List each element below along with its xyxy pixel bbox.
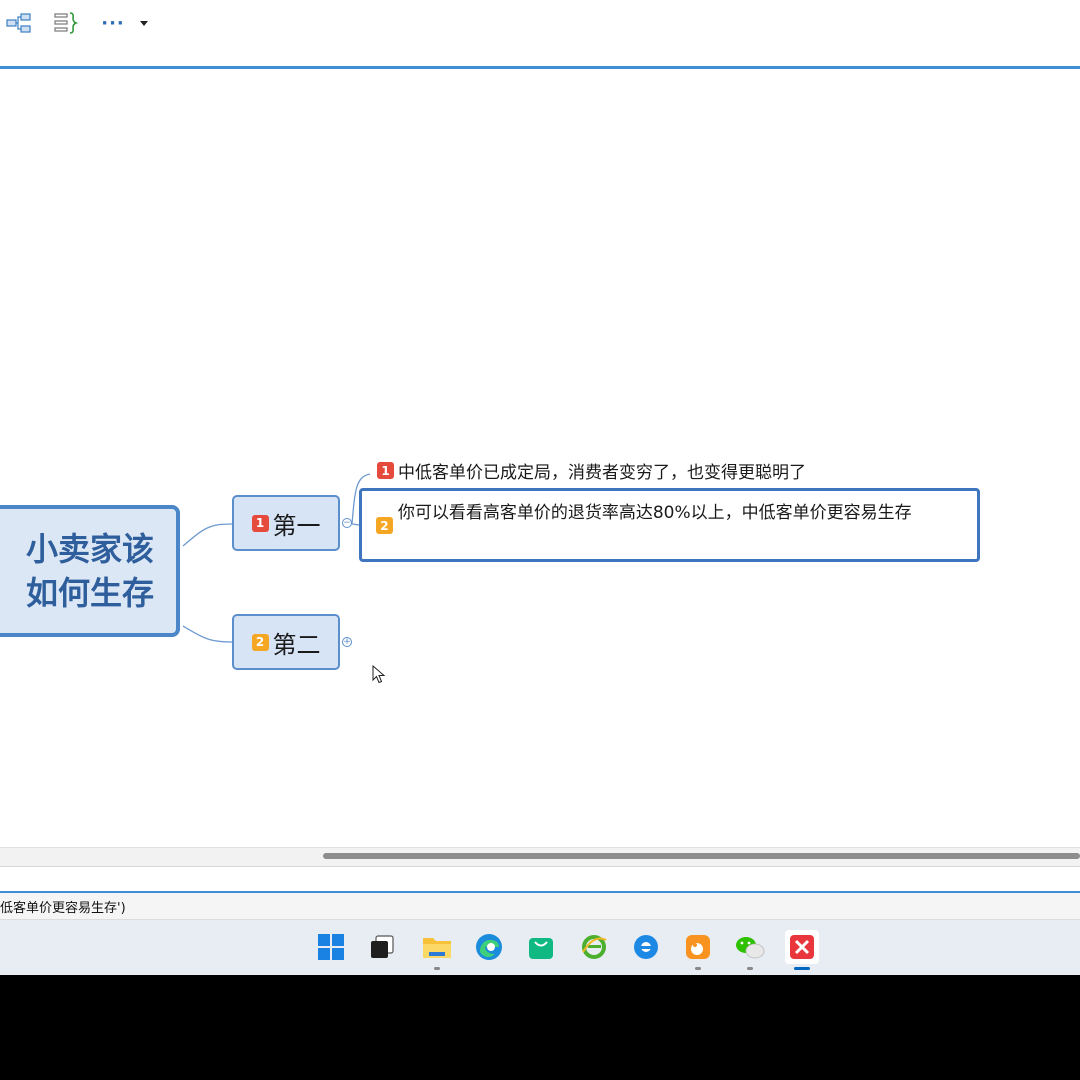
central-topic-label: 小卖家该 如何生存 (25, 530, 154, 612)
subtopic-text-input[interactable]: 你可以看看高客单价的退货率高达80%以上，中低客单价更容易生存 (398, 501, 967, 526)
toolbar: ··· (0, 0, 1080, 66)
status-text: 低客单价更容易生存') (0, 901, 126, 916)
file-explorer-icon[interactable] (420, 930, 454, 970)
dropdown-caret-icon[interactable] (136, 8, 152, 38)
subtopic-line[interactable]: 1 中低客单价已成定局，消费者变穷了，也变得更聪明了 (377, 458, 806, 483)
subtopic-label: 中低客单价已成定局，消费者变穷了，也变得更聪明了 (398, 463, 806, 483)
mindmap-layout-icon[interactable] (4, 8, 34, 38)
ie-green-icon[interactable] (577, 930, 611, 964)
wechat-icon[interactable] (733, 930, 767, 970)
status-bar: 低客单价更容易生存') (0, 893, 1080, 920)
scrollbar-thumb[interactable] (323, 853, 1080, 859)
expand-toggle-icon[interactable]: + (342, 637, 352, 647)
collapse-toggle-icon[interactable]: − (342, 518, 352, 528)
edge-icon[interactable] (472, 930, 506, 964)
priority-1-icon: 1 (251, 514, 269, 532)
topic-label: 第二 (272, 630, 321, 659)
topic-label: 第一 (272, 511, 321, 540)
topic-second[interactable]: 2 第二 (232, 614, 340, 670)
task-view-icon[interactable] (365, 930, 399, 964)
priority-2-icon: 2 (376, 517, 393, 534)
central-topic[interactable]: 小卖家该 如何生存 (0, 505, 180, 637)
taskbar (0, 920, 1080, 975)
topic-first[interactable]: 1 第一 (232, 495, 340, 551)
xmind-icon[interactable] (785, 930, 819, 970)
more-icon[interactable]: ··· (98, 8, 128, 38)
priority-1-icon: 1 (377, 462, 394, 479)
start-icon[interactable] (314, 930, 348, 964)
mouse-cursor-icon (372, 665, 386, 684)
outline-view-icon[interactable] (50, 8, 80, 38)
app-window: ··· 小卖家该 如何生存 1 第一 − 1 中低客单价已成定局，消费者变穷了，… (0, 0, 1080, 975)
subtopic-editing[interactable]: 2 你可以看看高客单价的退货率高达80%以上，中低客单价更容易生存 (359, 488, 980, 562)
uc-browser-icon[interactable] (681, 930, 715, 970)
store-icon[interactable] (524, 930, 558, 964)
mindmap-canvas[interactable]: 小卖家该 如何生存 1 第一 − 1 中低客单价已成定局，消费者变穷了，也变得更… (0, 69, 1080, 849)
ie-blue-icon[interactable] (629, 930, 663, 964)
priority-2-icon: 2 (251, 633, 269, 651)
